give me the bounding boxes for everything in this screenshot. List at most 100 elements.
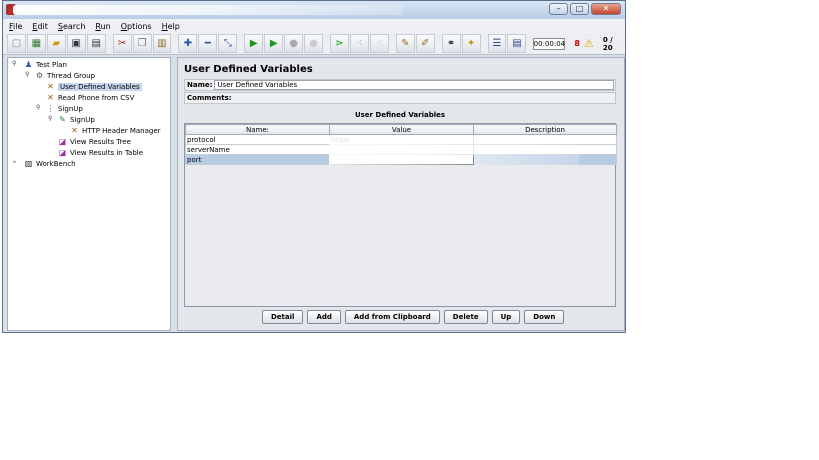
page-title: User Defined Variables: [184, 64, 313, 75]
stop-icon[interactable]: ●: [284, 34, 304, 53]
table-caption: User Defined Variables: [354, 111, 446, 119]
save-as-icon[interactable]: ▤: [86, 34, 106, 53]
menu-edit[interactable]: Edit: [32, 22, 48, 31]
config-element-icon: ✕: [47, 81, 54, 91]
menu-search[interactable]: Search: [58, 22, 85, 31]
close-button[interactable]: ✕: [591, 3, 621, 15]
tree-node-view-results-tree[interactable]: ◪ View Results Tree: [58, 136, 131, 147]
table-row-selected[interactable]: port: [185, 154, 617, 165]
config-element-icon: ✕: [71, 125, 78, 135]
menu-options[interactable]: Options: [121, 22, 152, 31]
clear-icon[interactable]: ✎: [395, 34, 415, 53]
minimize-button[interactable]: –: [549, 3, 568, 15]
add-button[interactable]: Add: [307, 310, 341, 324]
warning-icon[interactable]: ⚠: [584, 37, 594, 50]
tree-node-label: HTTP Header Manager: [82, 126, 161, 135]
toolbar: ▢ ▦ ▰ ▣ ▤ ✂ ❐ ▥ ✚ ━ ⤡ ▶ ▶ ● ● ⋗ ⁖ ⁖ ✎ ✐ …: [3, 33, 625, 55]
tree-node-signup-sampler[interactable]: ✎ SignUp: [58, 114, 95, 125]
menu-bar: File Edit Search Run Options Help: [3, 19, 625, 33]
cut-icon[interactable]: ✂: [112, 34, 132, 53]
cell-value[interactable]: https: [329, 134, 474, 145]
title-bar: – □ ✕: [3, 1, 625, 19]
cell-name[interactable]: serverName: [185, 144, 330, 155]
comments-label: Comments:: [187, 94, 232, 102]
menu-help[interactable]: Help: [162, 22, 180, 31]
start-no-pauses-icon[interactable]: ▶: [264, 34, 284, 53]
maximize-button[interactable]: □: [570, 3, 589, 15]
column-header-name[interactable]: Name:: [185, 124, 330, 135]
cell-description[interactable]: [473, 134, 617, 145]
start-icon[interactable]: ▶: [244, 34, 264, 53]
collapse-icon[interactable]: ━: [198, 34, 218, 53]
tree-node-label: View Results Tree: [70, 137, 131, 146]
tree-node-http-header-manager[interactable]: ✕ HTTP Header Manager: [70, 125, 161, 136]
up-button[interactable]: Up: [491, 310, 521, 324]
search-icon[interactable]: ⚭: [441, 34, 461, 53]
tree-node-label: SignUp: [58, 104, 83, 113]
tree-node-label: WorkBench: [36, 159, 76, 168]
menu-file[interactable]: File: [9, 22, 22, 31]
column-header-value[interactable]: Value: [329, 124, 474, 135]
collapse-toggle-icon[interactable]: ⚬: [12, 159, 17, 166]
tree-node-label: Thread Group: [47, 71, 96, 80]
elapsed-timer: 00:00:04: [533, 37, 566, 50]
jmeter-window: – □ ✕ File Edit Search Run Options Help …: [2, 0, 626, 333]
tree-node-signup-controller[interactable]: ⋮ SignUp: [46, 103, 83, 114]
remote-start-icon[interactable]: ⋗: [330, 34, 349, 53]
expand-icon[interactable]: ✚: [178, 34, 198, 53]
shutdown-icon[interactable]: ●: [304, 34, 324, 53]
detail-button[interactable]: Detail: [262, 310, 304, 324]
listener-icon: ◪: [58, 147, 67, 157]
cell-description[interactable]: [473, 144, 617, 155]
down-button[interactable]: Down: [524, 310, 565, 324]
cell-description[interactable]: [473, 154, 617, 165]
delete-button[interactable]: Delete: [443, 310, 488, 324]
menu-run[interactable]: Run: [95, 22, 110, 31]
open-icon[interactable]: ▰: [46, 34, 66, 53]
test-plan-icon: ♟: [24, 59, 33, 69]
cell-name[interactable]: port: [185, 154, 330, 165]
variables-table[interactable]: Name: Value Description protocol https s…: [184, 123, 617, 307]
tree-node-workbench[interactable]: ▧ WorkBench: [24, 158, 76, 169]
title-obscured: [13, 5, 403, 15]
tree-node-view-results-table[interactable]: ◪ View Results in Table: [58, 147, 143, 158]
name-row: Name:: [184, 79, 616, 91]
cell-name[interactable]: protocol: [185, 134, 330, 145]
workbench-icon: ▧: [24, 158, 33, 168]
expand-toggle-icon[interactable]: ⚲: [12, 60, 16, 67]
new-icon[interactable]: ▢: [7, 34, 26, 53]
table-row[interactable]: serverName: [185, 144, 617, 155]
table-row[interactable]: protocol https: [185, 134, 617, 145]
function-helper-icon[interactable]: ☰: [487, 34, 507, 53]
reset-search-icon[interactable]: ✦: [461, 34, 481, 53]
expand-toggle-icon[interactable]: ⚲: [36, 104, 40, 111]
tree-node-label: SignUp: [70, 115, 95, 124]
copy-icon[interactable]: ❐: [132, 34, 152, 53]
templates-icon[interactable]: ▦: [26, 34, 46, 53]
add-from-clipboard-button[interactable]: Add from Clipboard: [344, 310, 440, 324]
tree-node-thread-group[interactable]: ⚙ Thread Group: [35, 70, 95, 81]
clear-all-icon[interactable]: ✐: [415, 34, 435, 53]
cell-value-editor[interactable]: [329, 154, 474, 165]
toggle-icon[interactable]: ⤡: [218, 34, 238, 53]
remote-stop-icon[interactable]: ⁖: [349, 34, 369, 53]
cell-value[interactable]: [329, 144, 474, 155]
sampler-icon: ✎: [59, 114, 66, 124]
save-icon[interactable]: ▣: [66, 34, 86, 53]
expand-toggle-icon[interactable]: ⚲: [25, 71, 29, 78]
column-header-description[interactable]: Description: [473, 124, 617, 135]
remote-shutdown-icon[interactable]: ⁖: [369, 34, 389, 53]
name-field[interactable]: [214, 80, 614, 90]
test-plan-tree[interactable]: ⚲ ♟ Test Plan ⚲ ⚙ Thread Group ✕ User De…: [7, 57, 171, 331]
error-count: 8: [574, 39, 580, 48]
tree-node-label: Test Plan: [36, 60, 67, 69]
expand-toggle-icon[interactable]: ⚲: [48, 115, 52, 122]
window-controls: – □ ✕: [549, 3, 621, 15]
tree-node-read-phone-csv[interactable]: ✕ Read Phone from CSV: [46, 92, 134, 103]
tree-node-test-plan[interactable]: ♟ Test Plan: [24, 59, 67, 70]
comments-row[interactable]: Comments:: [184, 92, 616, 104]
paste-icon[interactable]: ▥: [152, 34, 172, 53]
help-icon[interactable]: ▤: [507, 34, 527, 53]
controller-icon: ⋮: [46, 103, 55, 113]
tree-node-user-defined-variables[interactable]: ✕ User Defined Variables: [46, 81, 142, 92]
